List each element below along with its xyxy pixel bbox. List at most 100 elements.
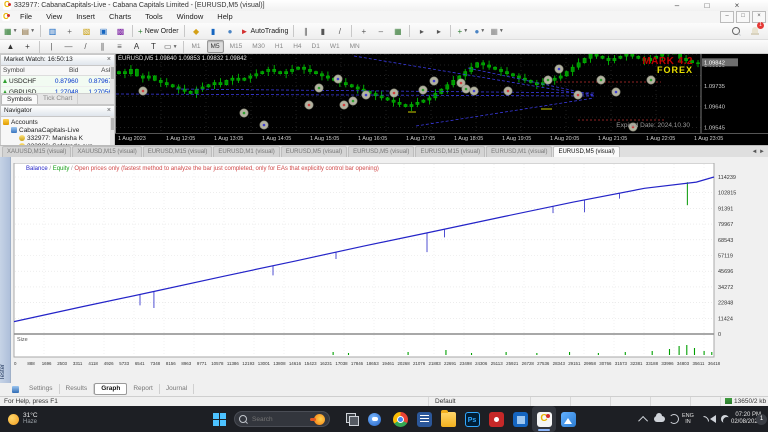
- text-tool[interactable]: A: [129, 39, 144, 54]
- photos-button[interactable]: [556, 406, 580, 432]
- menu-item-help[interactable]: Help: [210, 11, 239, 23]
- tree-item[interactable]: 332977: Manisha K: [3, 134, 114, 142]
- tester-tab-graph[interactable]: Graph: [94, 383, 127, 395]
- market-watch-button[interactable]: ▥: [45, 24, 60, 39]
- start-button[interactable]: [213, 406, 226, 432]
- timeframe-mn-button[interactable]: MN: [346, 40, 364, 53]
- fibonacci-tool[interactable]: ≡: [112, 39, 127, 54]
- candle-chart-button[interactable]: ▮: [315, 24, 330, 39]
- timeframe-h1-button[interactable]: H1: [271, 40, 287, 53]
- tray-cloud-button[interactable]: [654, 406, 665, 432]
- timeframe-d1-button[interactable]: D1: [308, 40, 324, 53]
- tile-windows-button[interactable]: ▦: [390, 24, 405, 39]
- indicators-button[interactable]: +▼: [455, 24, 470, 39]
- chart-shift-button[interactable]: ▸: [414, 24, 429, 39]
- minimize-button[interactable]: –: [662, 0, 692, 11]
- menu-item-insert[interactable]: Insert: [69, 11, 102, 23]
- tester-tab-results[interactable]: Results: [60, 384, 95, 394]
- chart-tab-6[interactable]: EURUSD,M15 (visual): [415, 146, 485, 157]
- notifications-button[interactable]: 1: [747, 24, 762, 39]
- shapes-tool[interactable]: ▭▼: [163, 39, 179, 54]
- toolbar-search-button[interactable]: [730, 24, 745, 39]
- file-explorer-button[interactable]: [436, 406, 460, 432]
- search-highlight-icon[interactable]: [314, 414, 325, 425]
- zoom-out-button[interactable]: –: [373, 24, 388, 39]
- periods-button[interactable]: ●▼: [472, 24, 487, 39]
- auto-scroll-button[interactable]: ▸: [431, 24, 446, 39]
- channel-tool[interactable]: ∥: [95, 39, 110, 54]
- metatrader-button[interactable]: C: [532, 406, 556, 432]
- autotrading-button[interactable]: ►AutoTrading: [240, 24, 290, 39]
- taskbar-search[interactable]: [234, 406, 330, 432]
- chart-menu-icon[interactable]: [2, 13, 10, 21]
- label-tool[interactable]: T: [146, 39, 161, 54]
- tab-scroll-arrows[interactable]: ◄ ►: [751, 147, 765, 157]
- blue-settings-button[interactable]: [508, 406, 532, 432]
- mdi-minimize-button[interactable]: –: [720, 11, 734, 23]
- chart-tab-2[interactable]: EURUSD,M15 (visual): [143, 146, 213, 157]
- timeframe-m1-button[interactable]: M1: [188, 40, 205, 53]
- chart-tab-1[interactable]: XAUUSD,M15 (visual): [72, 146, 141, 157]
- market-watch-scrollbar[interactable]: [110, 65, 114, 94]
- wifi-button[interactable]: [698, 406, 709, 432]
- new-order-button[interactable]: +New Order: [137, 24, 180, 39]
- chart-tab-3[interactable]: EURUSD,M1 (visual): [213, 146, 279, 157]
- notification-center-button[interactable]: 1: [756, 406, 767, 432]
- task-view-button[interactable]: [346, 406, 358, 432]
- chart-tab-0[interactable]: XAUUSD,M15 (visual): [2, 146, 71, 157]
- chart-tab-4[interactable]: EURUSD,M5 (visual): [281, 146, 347, 157]
- strategy-tester-button[interactable]: ▩: [113, 24, 128, 39]
- menu-item-tools[interactable]: Tools: [138, 11, 170, 23]
- vertical-line-tool[interactable]: |: [44, 39, 59, 54]
- navigator-header[interactable]: Navigator ×: [1, 106, 114, 117]
- tester-tab-report[interactable]: Report: [127, 384, 160, 394]
- horizontal-line-tool[interactable]: —: [61, 39, 76, 54]
- night-light-button[interactable]: [721, 406, 729, 432]
- navigator-button[interactable]: ▧: [79, 24, 94, 39]
- tree-item[interactable]: Accounts: [3, 118, 114, 126]
- search-input[interactable]: [250, 415, 309, 424]
- chart-tab-8[interactable]: EURUSD,M5 (visual): [553, 146, 619, 157]
- community-button[interactable]: ●: [223, 24, 238, 39]
- photoshop-button[interactable]: Ps: [460, 406, 484, 432]
- tree-item[interactable]: CabanaCapitals-Live: [3, 126, 114, 134]
- table-row[interactable]: USDCHF0.879600.87967: [1, 76, 114, 87]
- mdi-restore-button[interactable]: □: [736, 11, 750, 23]
- zoom-in-button[interactable]: +: [356, 24, 371, 39]
- metaeditor-button[interactable]: ◆: [189, 24, 204, 39]
- tester-balance-graph[interactable]: Size114239102815913917996768543571194569…: [10, 163, 768, 378]
- data-window-button[interactable]: +: [62, 24, 77, 39]
- close-icon[interactable]: ×: [107, 55, 111, 65]
- menu-item-window[interactable]: Window: [170, 11, 211, 23]
- profiles-button[interactable]: ▤▼: [21, 24, 37, 39]
- chat-button[interactable]: [368, 406, 381, 432]
- menu-item-file[interactable]: File: [13, 11, 39, 23]
- trendline-tool[interactable]: /: [78, 39, 93, 54]
- maximize-button[interactable]: □: [692, 0, 722, 11]
- chrome-button[interactable]: [388, 406, 412, 432]
- line-chart-button[interactable]: /: [332, 24, 347, 39]
- tester-tab-journal[interactable]: Journal: [160, 384, 194, 394]
- vps-button[interactable]: ▮: [206, 24, 221, 39]
- crosshair-tool[interactable]: +: [20, 39, 35, 54]
- volume-button[interactable]: [710, 406, 716, 432]
- navigator-scrollbar[interactable]: [110, 116, 114, 145]
- language-indicator[interactable]: ENGIN: [682, 406, 694, 432]
- market-watch-header[interactable]: Market Watch: 16:50:13 ×: [1, 55, 114, 66]
- terminal-button[interactable]: ▣: [96, 24, 111, 39]
- menu-item-charts[interactable]: Charts: [102, 11, 138, 23]
- tray-chevron-button[interactable]: [641, 406, 648, 432]
- new-chart-button[interactable]: ▦▼: [3, 24, 19, 39]
- tester-tab-settings[interactable]: Settings: [23, 384, 60, 394]
- timeframe-h4-button[interactable]: H4: [289, 40, 305, 53]
- timeframe-w1-button[interactable]: W1: [326, 40, 344, 53]
- close-button[interactable]: ×: [722, 0, 752, 11]
- market-watch-tab-symbols[interactable]: Symbols: [1, 94, 38, 104]
- market-watch-tab-tick-chart[interactable]: Tick Chart: [38, 94, 78, 104]
- templates-button[interactable]: ▦▼: [489, 24, 505, 39]
- tray-sync-button[interactable]: [669, 406, 679, 432]
- timeframe-m5-button[interactable]: M5: [207, 40, 224, 53]
- taskbar-weather-widget[interactable]: 31°C Haze: [8, 406, 38, 432]
- close-icon[interactable]: ×: [107, 106, 111, 116]
- word-document-button[interactable]: [412, 406, 436, 432]
